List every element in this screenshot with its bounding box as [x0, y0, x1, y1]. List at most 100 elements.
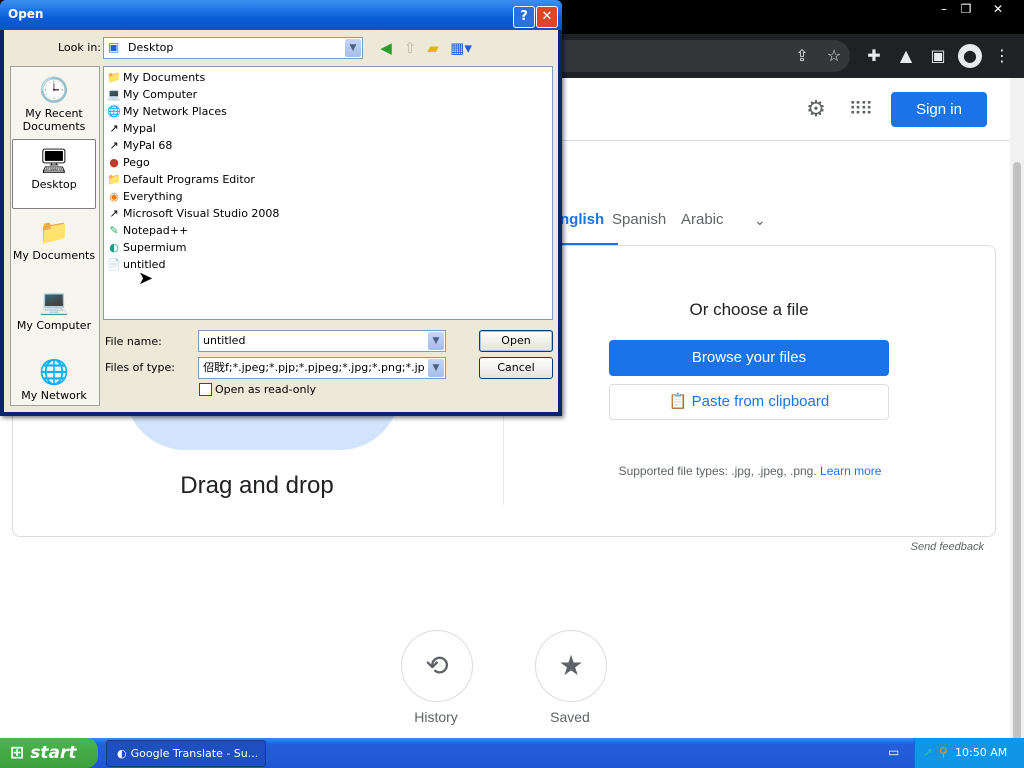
tab-english[interactable]: nglish: [560, 205, 604, 245]
back-icon[interactable]: ◀: [376, 38, 396, 58]
choose-file-heading: Or choose a file: [689, 300, 809, 319]
restore-window-button[interactable]: ❐: [950, 0, 982, 18]
view-menu-icon[interactable]: ▦▾: [448, 38, 474, 58]
history-label: History: [414, 709, 458, 725]
files-of-type-label: Files of type:: [105, 361, 176, 374]
list-item[interactable]: 💻 My Computer: [107, 86, 197, 103]
keyboard-icon[interactable]: ▭: [888, 745, 899, 759]
apps-grid-icon[interactable]: ⠿⠿: [846, 96, 874, 124]
open-button[interactable]: Open: [479, 330, 553, 352]
file-list[interactable]: 📁 My Documents 💻 My Computer 🌐 My Network P…: [103, 66, 553, 320]
list-item[interactable]: 📁 My Documents: [107, 69, 205, 86]
clipboard-icon: 📋: [668, 393, 692, 410]
history-icon: ⟲: [425, 649, 449, 682]
history-button[interactable]: ⟲: [401, 630, 473, 702]
browser-icon: ◐: [117, 747, 127, 760]
file-name-input[interactable]: untitled ▼: [198, 330, 446, 352]
search-tray-icon[interactable]: ⚲: [939, 745, 948, 759]
mouse-cursor-icon: ➤: [138, 268, 154, 289]
dialog-title: Open: [8, 7, 44, 21]
list-item[interactable]: ◐ Supermium: [107, 239, 187, 256]
list-item[interactable]: 📁 Default Programs Editor: [107, 171, 255, 188]
list-item[interactable]: 🌐 My Network Places: [107, 103, 227, 120]
file-name: My Computer: [123, 88, 198, 101]
list-item[interactable]: ↗ MyPal 68: [107, 137, 172, 154]
cancel-button[interactable]: Cancel: [479, 357, 553, 379]
list-item[interactable]: ◉ Everything: [107, 188, 182, 205]
help-button[interactable]: ?: [513, 6, 535, 28]
share-icon[interactable]: ⇪: [790, 44, 814, 68]
list-item[interactable]: 📄 untitled: [107, 256, 165, 273]
profile-icon[interactable]: ●: [958, 44, 982, 68]
chevron-down-icon[interactable]: ▼: [428, 359, 444, 377]
place-label: My Computer: [16, 319, 92, 332]
sidebar-icon[interactable]: ▣: [926, 44, 950, 68]
file-name: My Documents: [123, 71, 206, 84]
send-feedback-link[interactable]: Send feedback: [880, 541, 984, 553]
look-in-label: Look in:: [58, 41, 101, 54]
dialog-title-bar[interactable]: Open ? ✕: [0, 0, 562, 30]
more-languages-chevron-icon[interactable]: ⌄: [754, 205, 766, 245]
file-name: Default Programs Editor: [123, 173, 255, 186]
my-documents-icon: 📁: [39, 218, 69, 246]
page-scrollbar[interactable]: [1010, 78, 1024, 762]
chevron-down-icon[interactable]: ▼: [428, 332, 444, 350]
sign-in-button[interactable]: Sign in: [891, 92, 987, 127]
place-my-recent-documents[interactable]: 🕒 My Recent Documents: [11, 69, 97, 137]
start-button[interactable]: ⊞ start: [0, 738, 98, 768]
supported-types-text: Supported file types: .jpg, .jpeg, .png.…: [560, 464, 940, 478]
file-name: Supermium: [123, 241, 187, 254]
task-label: Google Translate - Su...: [130, 747, 259, 760]
taskbar: ⊞ start ◐ Google Translate - Su... ▭ ↗ ⚲ 1…: [0, 738, 1024, 768]
place-my-computer[interactable]: 💻 My Computer: [11, 281, 97, 349]
learn-more-link[interactable]: Learn more: [820, 464, 881, 478]
place-label: My Documents: [12, 249, 96, 262]
desktop-small-icon: ▣: [108, 40, 120, 54]
search-app-icon: ◉: [109, 190, 119, 203]
read-only-checkbox[interactable]: [199, 383, 212, 396]
close-window-button[interactable]: ✕: [982, 0, 1014, 18]
star-icon[interactable]: ☆: [822, 44, 846, 68]
clock[interactable]: 10:50 AM: [955, 738, 1007, 768]
notepad-icon: ✎: [109, 224, 119, 237]
network-tray-icon[interactable]: ↗: [923, 745, 933, 759]
place-my-documents[interactable]: 📁 My Documents: [11, 211, 97, 279]
list-item[interactable]: ✎ Notepad++: [107, 222, 188, 239]
browse-files-button[interactable]: Browse your files: [609, 340, 889, 376]
file-icon: 📄: [107, 258, 121, 271]
scroll-thumb[interactable]: [1013, 162, 1021, 762]
list-item[interactable]: ↗ Mypal: [107, 120, 155, 137]
network-globe-icon: 🌐: [39, 358, 69, 386]
list-item[interactable]: ↗ Microsoft Visual Studio 2008: [107, 205, 279, 222]
taskbar-item-google-translate[interactable]: ◐ Google Translate - Su...: [106, 740, 266, 767]
tab-spanish[interactable]: Spanish: [612, 205, 666, 245]
settings-gear-icon[interactable]: ⚙: [802, 96, 830, 124]
tab-arabic[interactable]: Arabic: [681, 205, 724, 245]
up-folder-icon[interactable]: ⇧: [400, 38, 420, 58]
chevron-down-icon[interactable]: ▼: [345, 39, 361, 57]
place-label: Desktop: [31, 178, 77, 191]
look-in-dropdown[interactable]: ▣ Desktop ▼: [103, 37, 363, 59]
folder-docs-icon: 📁: [107, 71, 121, 84]
folder-icon: 📁: [107, 173, 121, 186]
paste-from-clipboard-button[interactable]: 📋 Paste from clipboard: [609, 384, 889, 420]
saved-button[interactable]: ★: [535, 630, 607, 702]
flask-icon[interactable]: ▲: [894, 44, 918, 68]
extensions-icon[interactable]: ✚: [862, 44, 886, 68]
places-bar: 🕒 My Recent Documents 🖥 Desktop 📁 My Doc…: [10, 66, 100, 406]
new-folder-icon[interactable]: ▰: [423, 38, 443, 58]
files-of-type-dropdown[interactable]: 佋聀f;*.jpeg;*.pjp;*.pjpeg;*.jpg;*.png;*.j…: [198, 357, 446, 379]
file-name: Microsoft Visual Studio 2008: [123, 207, 280, 220]
list-item[interactable]: ● Pego: [107, 154, 150, 171]
menu-icon[interactable]: ⋮: [990, 44, 1014, 68]
file-name-value: untitled: [203, 334, 246, 347]
look-in-value: Desktop: [128, 41, 174, 54]
dialog-close-button[interactable]: ✕: [536, 6, 558, 28]
place-my-network[interactable]: 🌐 My Network: [11, 351, 97, 403]
drag-and-drop-text: Drag and drop: [180, 472, 334, 499]
system-tray: ↗ ⚲ 10:50 AM: [914, 738, 1024, 768]
read-only-label: Open as read-only: [215, 383, 317, 396]
computer-icon: 💻: [107, 88, 121, 101]
shortcut-icon: ↗: [109, 122, 119, 135]
place-desktop[interactable]: 🖥 Desktop: [12, 139, 96, 209]
